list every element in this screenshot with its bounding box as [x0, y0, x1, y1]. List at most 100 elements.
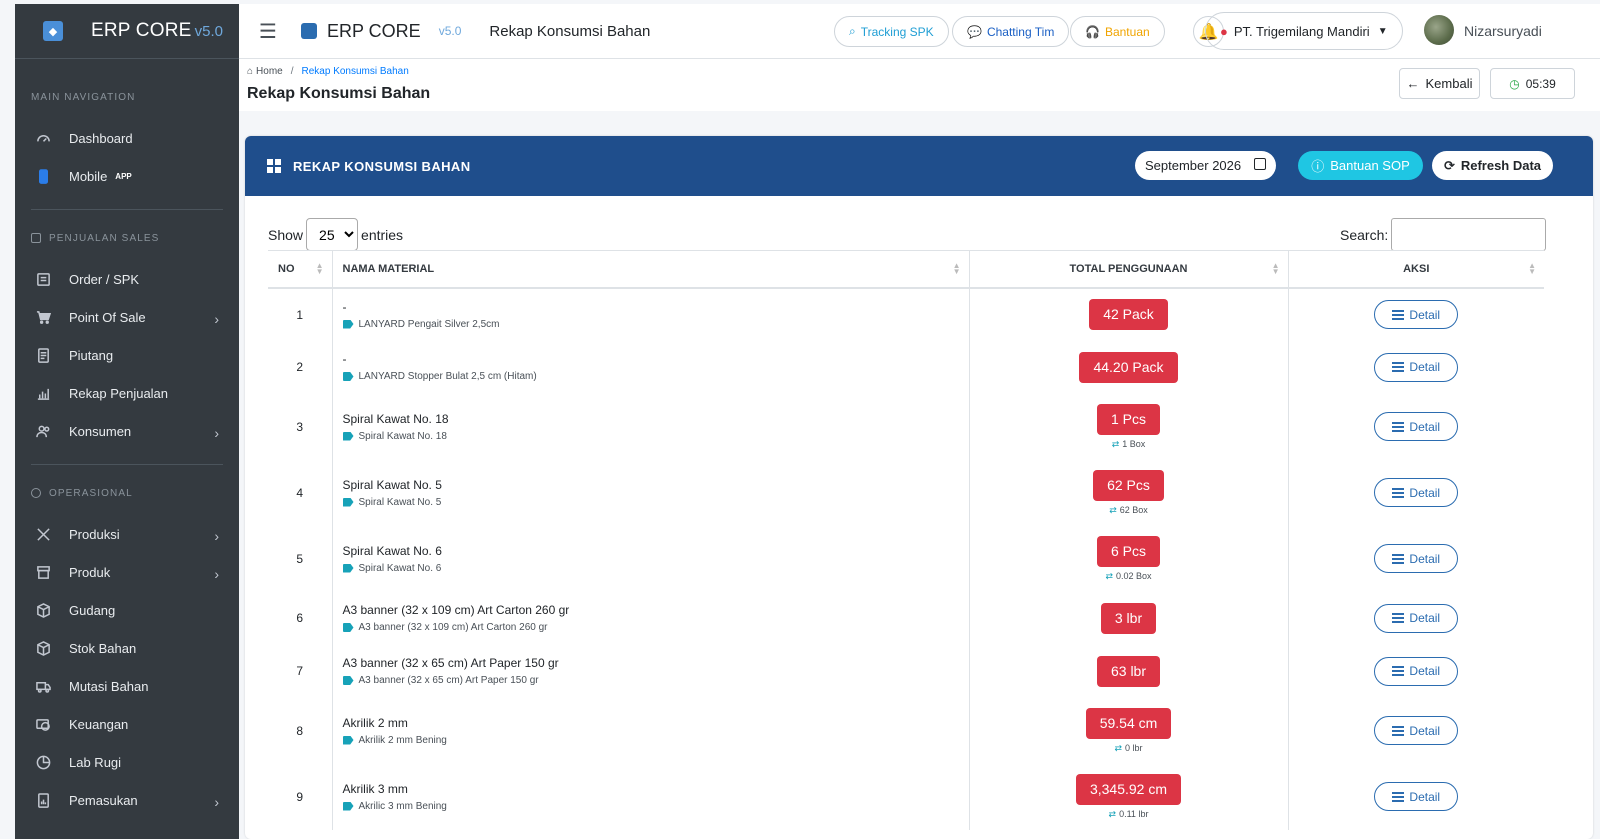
- username[interactable]: Nizarsuryadi: [1464, 23, 1542, 39]
- cubes-icon: [267, 159, 281, 173]
- cell-total: 44.20 Pack: [968, 340, 1288, 394]
- cell-no: 7: [296, 664, 304, 678]
- usage-badge: 62 Pcs: [1093, 469, 1164, 501]
- avatar[interactable]: [1424, 15, 1454, 45]
- cell-aksi: Detail: [1287, 287, 1544, 341]
- col-total-penggunaan[interactable]: TOTAL PENGGUNAAN ▲ ▼: [968, 250, 1288, 289]
- sidebar-item-produk[interactable]: Produk ›: [15, 553, 239, 591]
- exchange-icon: ⇄: [1114, 742, 1123, 753]
- cell-aksi: Detail: [1287, 763, 1544, 830]
- exchange-icon: ⇄: [1105, 570, 1113, 581]
- chevron-right-icon: ›: [214, 794, 219, 810]
- cell-aksi: Detail: [1287, 525, 1544, 592]
- bar-chart-icon: [35, 385, 51, 401]
- month-picker[interactable]: September 2026: [1135, 151, 1276, 180]
- list-icon: [1392, 552, 1405, 566]
- bantuan-sop-button[interactable]: ⓘ Bantuan SOP: [1298, 151, 1423, 180]
- detail-button[interactable]: Detail: [1374, 782, 1459, 811]
- topbar-version: v5.0: [438, 24, 462, 38]
- table-controls: Show 25 entries Search:: [245, 196, 1593, 252]
- cell-material: - LANYARD Pengait Silver 2,5cm: [331, 287, 969, 341]
- material-name: Akrilik 3 mm: [342, 781, 408, 796]
- table-row: 9 Akrilik 3 mm Akrilic 3 mm Bening 3,345.92…: [268, 763, 1544, 830]
- col-nama-material[interactable]: NAMA MATERIAL ▲ ▼: [331, 250, 969, 289]
- usage-badge: 42 Pack: [1089, 299, 1168, 330]
- cell-no: 6: [296, 611, 304, 625]
- detail-button[interactable]: Detail: [1374, 352, 1459, 382]
- brand-logo-icon: ◆: [43, 21, 63, 41]
- col-no[interactable]: NO ▲ ▼: [268, 250, 332, 289]
- arrow-left-icon: ←: [1406, 76, 1420, 91]
- bantuan-button[interactable]: 🎧 Bantuan: [1070, 16, 1165, 47]
- table-row: 8 Akrilik 2 mm Akrilik 2 mm Bening 59.54 cm…: [268, 697, 1544, 764]
- cell-aksi: Detail: [1287, 591, 1544, 645]
- conversion-text: ⇄ 0 lbr: [1114, 742, 1143, 753]
- sidebar-item-pemasukan[interactable]: Pemasukan ›: [15, 781, 239, 819]
- detail-button[interactable]: Detail: [1374, 478, 1459, 507]
- file-chart-icon: [35, 792, 51, 808]
- map-pin-icon: ●: [1220, 23, 1228, 39]
- nav-divider: [31, 209, 223, 210]
- caret-down-icon: ▼: [1377, 25, 1388, 37]
- sidebar-brand[interactable]: ◆ ERP CORE v5.0: [15, 4, 239, 59]
- list-icon: [1392, 360, 1405, 374]
- pie-chart-icon: [35, 754, 51, 770]
- sidebar-item-lab-rugi[interactable]: Lab Rugi: [15, 743, 239, 781]
- cell-total: 1 Pcs ⇄ 1 Box: [968, 393, 1288, 460]
- back-button[interactable]: ← Kembali: [1399, 68, 1480, 99]
- detail-button[interactable]: Detail: [1374, 716, 1459, 745]
- breadcrumb-home[interactable]: Home: [256, 66, 283, 77]
- sidebar-item-produksi[interactable]: Produksi ›: [15, 515, 239, 553]
- cell-total: 63 lbr: [968, 644, 1288, 698]
- menu-toggle-icon[interactable]: ☰: [259, 19, 279, 44]
- search-input[interactable]: [1391, 218, 1547, 251]
- tracking-spk-button[interactable]: ⌕ Tracking SPK: [834, 16, 949, 47]
- table-row: 7 A3 banner (32 x 65 cm) Art Paper 150 gr…: [268, 644, 1544, 698]
- box-icon: [35, 640, 51, 656]
- brand-version: v5.0: [194, 22, 223, 40]
- cell-material: Spiral Kawat No. 6 Spiral Kawat No. 6: [331, 525, 969, 592]
- detail-button[interactable]: Detail: [1374, 656, 1459, 686]
- cell-material: - LANYARD Stopper Bulat 2,5 cm (Hitam): [331, 340, 969, 394]
- detail-button[interactable]: Detail: [1374, 544, 1459, 573]
- sidebar-item-piutang[interactable]: Piutang: [15, 336, 239, 374]
- calendar-icon: [1254, 158, 1266, 170]
- sidebar-item-konsumen[interactable]: Konsumen ›: [15, 412, 239, 450]
- material-variant: Spiral Kawat No. 18: [342, 431, 969, 442]
- detail-button[interactable]: Detail: [1374, 300, 1459, 329]
- material-name: Spiral Kawat No. 5: [342, 477, 442, 492]
- sidebar-item-dashboard[interactable]: Dashboard: [15, 119, 239, 157]
- chatting-tim-button[interactable]: 💬 Chatting Tim: [952, 16, 1070, 47]
- col-aksi[interactable]: AKSI ▲ ▼: [1287, 250, 1544, 289]
- chevron-right-icon: ›: [214, 528, 219, 544]
- detail-button[interactable]: Detail: [1374, 603, 1459, 633]
- sidebar-item-rekap-penjualan[interactable]: Rekap Penjualan: [15, 374, 239, 412]
- sidebar-item-stok-bahan[interactable]: Stok Bahan: [15, 629, 239, 667]
- refresh-data-button[interactable]: ⟳ Refresh Data: [1432, 151, 1553, 180]
- entries-select[interactable]: 25: [306, 218, 359, 251]
- cell-total: 6 Pcs ⇄ 0.02 Box: [968, 525, 1288, 592]
- list-icon: [1392, 611, 1405, 625]
- tag-icon: [342, 735, 354, 745]
- chevron-right-icon: ›: [214, 566, 219, 582]
- sidebar-item-mutasi-bahan[interactable]: Mutasi Bahan: [15, 667, 239, 705]
- sidebar-item-keuangan[interactable]: Keuangan: [15, 705, 239, 743]
- material-name: -: [342, 352, 347, 366]
- material-variant: Akrilic 3 mm Bening: [342, 801, 969, 812]
- chat-icon: 💬: [967, 24, 982, 39]
- sidebar-item-mobile[interactable]: Mobile APP: [15, 157, 239, 195]
- sidebar-item-order-spk[interactable]: Order / SPK: [15, 260, 239, 298]
- cell-no: 5: [296, 551, 304, 566]
- material-variant: Spiral Kawat No. 5: [342, 497, 969, 508]
- users-icon: [35, 423, 51, 439]
- cell-total: 3 lbr: [968, 591, 1288, 645]
- usage-badge: 1 Pcs: [1096, 403, 1160, 435]
- detail-button[interactable]: Detail: [1374, 412, 1459, 441]
- sidebar-item-point-of-sale[interactable]: Point Of Sale ›: [15, 298, 239, 336]
- sidebar: ◆ ERP CORE v5.0 MAIN NAVIGATION Dashboar…: [15, 4, 239, 839]
- chevron-right-icon: ›: [214, 425, 219, 441]
- company-selector[interactable]: ● PT. Trigemilang Mandiri ▼: [1205, 12, 1403, 50]
- sidebar-item-gudang[interactable]: Gudang: [15, 591, 239, 629]
- cell-no: 1: [296, 307, 304, 322]
- cell-aksi: Detail: [1287, 340, 1544, 394]
